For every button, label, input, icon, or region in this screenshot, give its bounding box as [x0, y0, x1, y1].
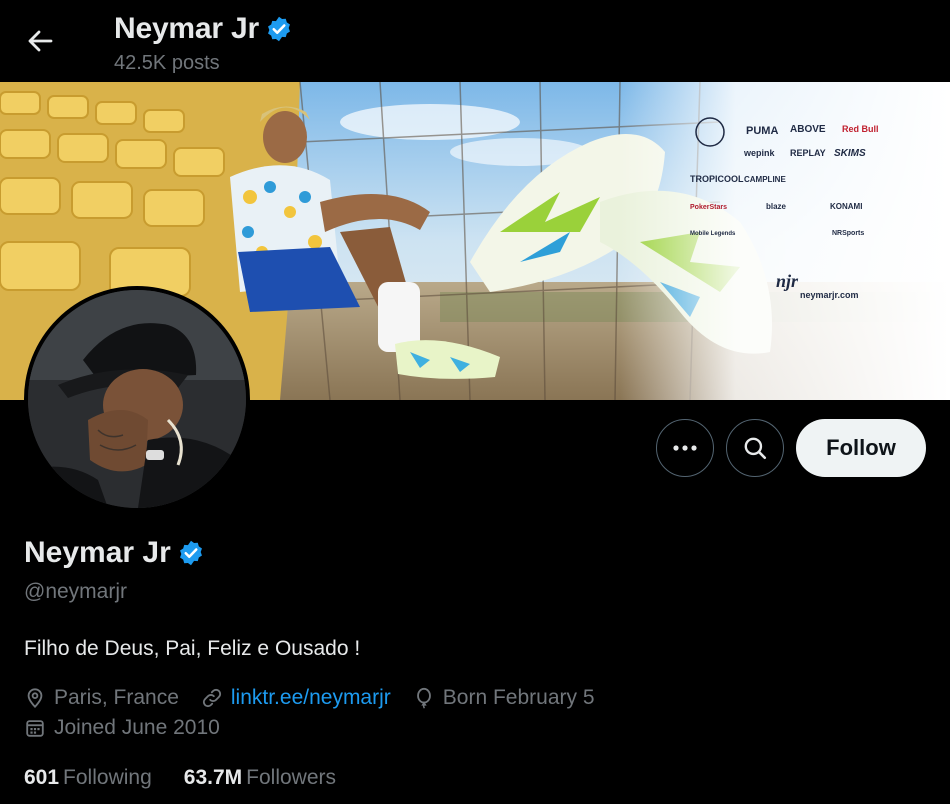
followers-count: 63.7M — [183, 766, 243, 789]
sponsor-pokerstars: PokerStars — [690, 204, 727, 211]
more-horizontal-icon — [673, 445, 697, 451]
sponsor-blaze: blaze — [766, 202, 787, 211]
follow-button[interactable]: Follow — [796, 419, 926, 477]
sponsor-nrsports: NRSports — [832, 230, 864, 237]
sponsor-redbull: Red Bull — [842, 124, 879, 134]
search-posts-button[interactable] — [726, 419, 784, 477]
sponsor-skims: SKIMS — [834, 148, 866, 159]
sponsor-tropicool: TROPICOOL — [690, 174, 744, 184]
following-stat[interactable]: 601 Following — [24, 766, 152, 790]
calendar-icon — [26, 720, 44, 737]
birthday-text: Born February 5 — [442, 686, 595, 709]
profile-name: Neymar Jr — [24, 536, 171, 569]
sponsor-wepink: wepink — [743, 148, 776, 158]
avatar-photo — [28, 290, 246, 508]
following-label: Following — [63, 766, 152, 789]
header-post-count: 42.5K posts — [114, 52, 220, 74]
link-icon — [202, 688, 221, 708]
search-icon — [744, 437, 767, 460]
followers-stat[interactable]: 63.7M Followers — [184, 766, 336, 790]
sponsor-above: ABOVE — [790, 124, 826, 135]
more-options-button[interactable] — [656, 419, 714, 477]
profile-joined-row: Joined June 2010 — [24, 716, 242, 740]
sponsor-mobile-legends: Mobile Legends — [690, 231, 736, 237]
banner-website: neymarjr.com — [800, 290, 859, 300]
location-pin-icon — [27, 688, 43, 709]
top-bar: Neymar Jr 42.5K posts — [0, 0, 950, 82]
sponsor-replay: REPLAY — [790, 148, 826, 158]
profile-stats: 601 Following 63.7M Followers — [24, 766, 368, 790]
profile-name-row: Neymar Jr — [24, 536, 205, 570]
profile-meta-row: Paris, France linktr.ee/neymarjr Born Fe… — [24, 686, 617, 710]
back-button[interactable] — [18, 22, 62, 60]
profile-avatar[interactable] — [24, 286, 250, 512]
website-link[interactable]: linktr.ee/neymarjr — [231, 686, 391, 710]
verified-badge-icon — [268, 16, 290, 42]
header-name-row: Neymar Jr — [114, 12, 293, 46]
njr-logo: njr — [776, 271, 799, 291]
joined-item: Joined June 2010 — [24, 716, 220, 740]
profile-bio: Filho de Deus, Pai, Feliz e Ousado ! — [24, 637, 361, 660]
following-count: 601 — [24, 766, 60, 789]
sponsor-campline: CAMPLINE — [744, 175, 786, 184]
profile-handle: @neymarjr — [24, 580, 128, 603]
birthday-item: Born February 5 — [413, 686, 595, 710]
sponsor-puma: PUMA — [746, 125, 778, 137]
balloon-icon — [416, 687, 431, 709]
header-name: Neymar Jr — [114, 12, 259, 45]
website-item: linktr.ee/neymarjr — [201, 686, 391, 710]
joined-text: Joined June 2010 — [54, 716, 220, 739]
arrow-left-icon — [28, 30, 53, 52]
followers-label: Followers — [246, 766, 336, 789]
location-text: Paris, France — [54, 686, 179, 709]
sponsor-konami: KONAMI — [830, 202, 862, 211]
location-item: Paris, France — [24, 686, 179, 710]
verified-badge-icon[interactable] — [177, 539, 205, 567]
